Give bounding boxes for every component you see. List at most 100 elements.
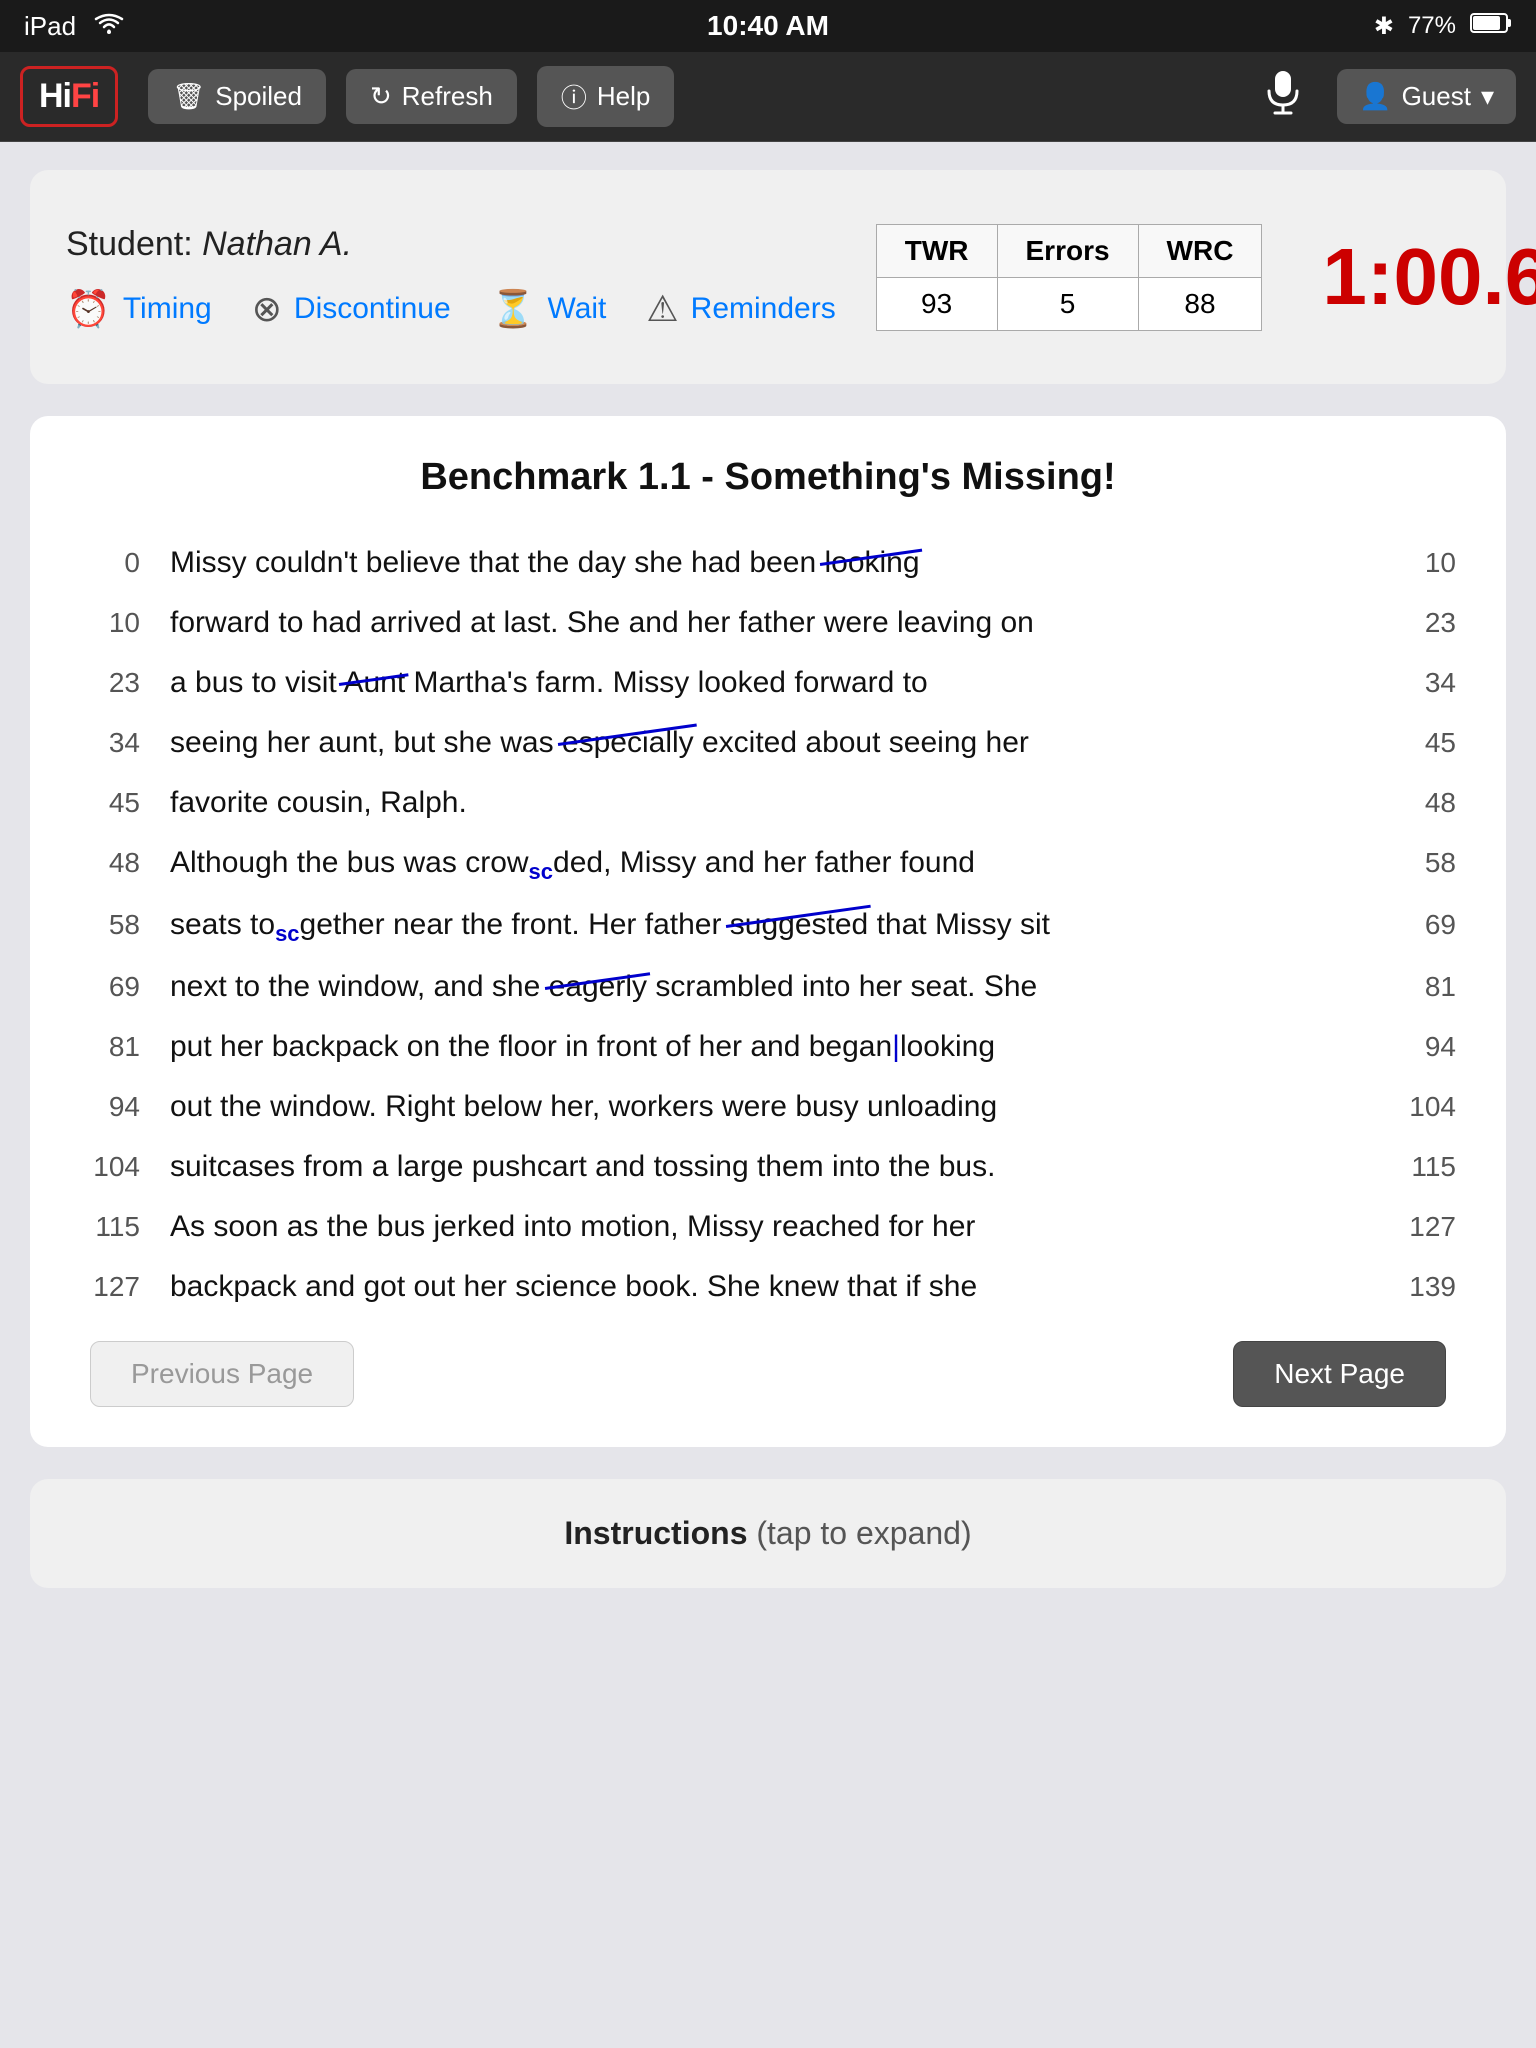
line-num-right: 69: [1376, 909, 1456, 941]
trash-icon: 🗑: [172, 81, 205, 112]
status-right: ✱ 77%: [1374, 12, 1512, 41]
instructions-label: Instructions (tap to expand): [66, 1515, 1470, 1552]
line-text: seeing her aunt, but she was especially …: [170, 719, 1376, 767]
line-num-left: 10: [80, 607, 170, 639]
student-panel: Student: Nathan A. ⏰ Timing ⊗ Discontinu…: [30, 170, 1506, 384]
text-row: 0 Missy couldn't believe that the day sh…: [80, 539, 1456, 587]
reading-title: Benchmark 1.1 - Something's Missing!: [80, 456, 1456, 499]
next-page-button[interactable]: Next Page: [1233, 1341, 1446, 1407]
line-num-left: 58: [80, 909, 170, 941]
line-text: favorite cousin, Ralph.: [170, 779, 1376, 827]
instructions-hint: (tap to expand): [756, 1515, 971, 1551]
text-row: 23 a bus to visit Aunt Martha's farm. Mi…: [80, 659, 1456, 707]
stats-table: TWR Errors WRC 93 5 88: [876, 224, 1263, 331]
line-num-left: 23: [80, 667, 170, 699]
wait-link[interactable]: ⏳ Wait: [491, 288, 607, 330]
line-text: forward to had arrived at last. She and …: [170, 599, 1376, 647]
line-text: next to the window, and she eagerly scra…: [170, 963, 1376, 1011]
clock-icon: ⏰: [66, 288, 111, 330]
line-num-right: 139: [1376, 1271, 1456, 1303]
nav-bar: HiFi 🗑 Spoiled ↻ Refresh ⓘ Help 👤 Guest …: [0, 52, 1536, 142]
student-info: Student: Nathan A. ⏰ Timing ⊗ Discontinu…: [66, 225, 836, 330]
text-row: 45 favorite cousin, Ralph. 48: [80, 779, 1456, 827]
warning-icon: ⚠: [646, 288, 678, 330]
text-row: 69 next to the window, and she eagerly s…: [80, 963, 1456, 1011]
ipad-label: iPad: [24, 11, 76, 42]
status-left: iPad: [24, 11, 124, 42]
reminders-label: Reminders: [691, 292, 836, 326]
pagination: Previous Page Next Page: [80, 1341, 1456, 1407]
help-button[interactable]: ⓘ Help: [537, 66, 675, 127]
line-num-left: 69: [80, 971, 170, 1003]
line-num-right: 34: [1376, 667, 1456, 699]
help-icon: ⓘ: [561, 78, 587, 115]
previous-page-button[interactable]: Previous Page: [90, 1341, 354, 1407]
line-num-left: 81: [80, 1031, 170, 1063]
discontinue-link[interactable]: ⊗ Discontinue: [252, 288, 451, 330]
line-text: backpack and got out her science book. S…: [170, 1263, 1376, 1311]
line-num-right: 115: [1376, 1151, 1456, 1183]
guest-label: Guest: [1402, 81, 1471, 112]
text-row: 34 seeing her aunt, but she was especial…: [80, 719, 1456, 767]
spoiled-label: Spoiled: [215, 81, 302, 112]
line-num-left: 45: [80, 787, 170, 819]
reading-panel: Benchmark 1.1 - Something's Missing! 0 M…: [30, 416, 1506, 1447]
status-time: 10:40 AM: [707, 10, 829, 42]
instructions-panel[interactable]: Instructions (tap to expand): [30, 1479, 1506, 1588]
sc-annotation: sc: [529, 859, 553, 884]
line-text: Although the bus was crowscded, Missy an…: [170, 839, 1376, 889]
guest-button[interactable]: 👤 Guest ▾: [1337, 69, 1516, 124]
instructions-title: Instructions: [564, 1515, 747, 1551]
line-num-left: 48: [80, 847, 170, 879]
battery-label: 77%: [1408, 12, 1456, 40]
text-row: 81 put her backpack on the floor in fron…: [80, 1023, 1456, 1071]
sc-annotation: sc: [275, 921, 299, 946]
line-num-left: 104: [80, 1151, 170, 1183]
wifi-icon: [94, 11, 124, 42]
twr-header: TWR: [876, 224, 997, 277]
line-num-right: 23: [1376, 607, 1456, 639]
line-text: seats toscgether near the front. Her fat…: [170, 901, 1376, 951]
hourglass-icon: ⏳: [491, 288, 536, 330]
refresh-button[interactable]: ↻ Refresh: [346, 69, 517, 124]
mic-button[interactable]: [1249, 61, 1317, 133]
line-num-right: 94: [1376, 1031, 1456, 1063]
cursor-mark: |: [892, 1030, 900, 1063]
refresh-label: Refresh: [402, 81, 493, 112]
wait-label: Wait: [548, 292, 607, 326]
strikethrough-annotation: Aunt: [343, 666, 405, 699]
bluetooth-icon: ✱: [1374, 12, 1394, 41]
student-actions: ⏰ Timing ⊗ Discontinue ⏳ Wait ⚠ Reminder…: [66, 288, 836, 330]
reminders-link[interactable]: ⚠ Reminders: [646, 288, 835, 330]
strikethrough-annotation: suggested: [730, 908, 868, 941]
line-text: Missy couldn't believe that the day she …: [170, 539, 1376, 587]
line-num-right: 104: [1376, 1091, 1456, 1123]
spoiled-button[interactable]: 🗑 Spoiled: [148, 69, 326, 124]
line-num-right: 10: [1376, 547, 1456, 579]
timer-display: 1:00.6: [1322, 231, 1502, 323]
text-row: 48 Although the bus was crowscded, Missy…: [80, 839, 1456, 889]
line-text: As soon as the bus jerked into motion, M…: [170, 1203, 1376, 1251]
twr-value: 93: [876, 277, 997, 330]
user-icon: 👤: [1359, 81, 1391, 112]
line-num-right: 58: [1376, 847, 1456, 879]
wrc-header: WRC: [1138, 224, 1262, 277]
strikethrough-annotation: especially: [562, 726, 694, 759]
text-row: 115 As soon as the bus jerked into motio…: [80, 1203, 1456, 1251]
timing-link[interactable]: ⏰ Timing: [66, 288, 212, 330]
text-row: 127 backpack and got out her science boo…: [80, 1263, 1456, 1311]
line-num-left: 94: [80, 1091, 170, 1123]
text-row: 94 out the window. Right below her, work…: [80, 1083, 1456, 1131]
chevron-down-icon: ▾: [1481, 81, 1494, 112]
text-row: 10 forward to had arrived at last. She a…: [80, 599, 1456, 647]
line-text: put her backpack on the floor in front o…: [170, 1023, 1376, 1071]
discontinue-label: Discontinue: [294, 292, 451, 326]
help-label: Help: [597, 81, 650, 112]
hifi-logo: HiFi: [20, 66, 118, 127]
line-num-left: 0: [80, 547, 170, 579]
line-text: a bus to visit Aunt Martha's farm. Missy…: [170, 659, 1376, 707]
line-text: suitcases from a large pushcart and toss…: [170, 1143, 1376, 1191]
line-num-right: 127: [1376, 1211, 1456, 1243]
text-row: 58 seats toscgether near the front. Her …: [80, 901, 1456, 951]
line-num-left: 115: [80, 1211, 170, 1243]
